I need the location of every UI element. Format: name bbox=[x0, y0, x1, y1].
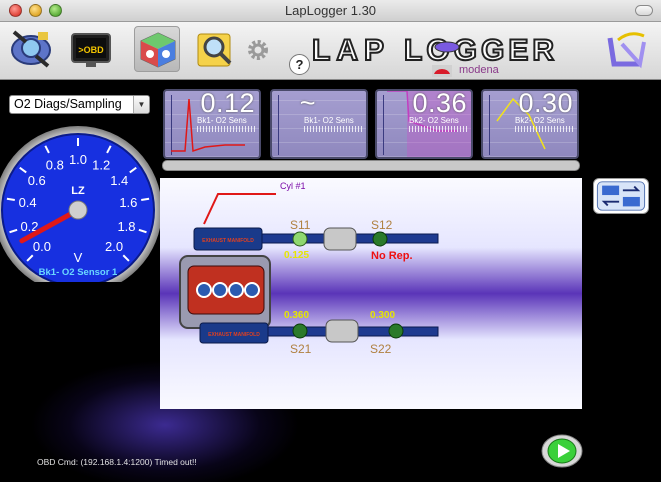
title-bar: LapLogger 1.30 bbox=[0, 0, 661, 22]
search-icon bbox=[197, 33, 232, 67]
sensor-s12-value: No Rep. bbox=[371, 250, 413, 262]
mini-chart-label: Bk1- O2 Sens bbox=[197, 116, 247, 125]
gauge-unit: V bbox=[74, 250, 83, 265]
switch-view-button[interactable] bbox=[593, 178, 649, 214]
mini-chart-label: Bk2- O2 Sens bbox=[409, 116, 459, 125]
mini-chart-value: 0.36 bbox=[412, 89, 467, 118]
gear-icon bbox=[248, 40, 268, 60]
gauge-tick-label: 1.0 bbox=[69, 152, 87, 167]
mini-chart-bk2-s2[interactable]: 0.30 Bk2- O2 Sens bbox=[481, 89, 579, 159]
search-button[interactable] bbox=[192, 26, 238, 72]
mode-select[interactable]: O2 Diags/Sampling ▼ bbox=[9, 95, 150, 114]
mini-chart-value: 0.12 bbox=[200, 89, 255, 118]
sensor-s22-label: S22 bbox=[370, 342, 392, 356]
sensor-s11-indicator bbox=[292, 231, 308, 247]
mini-chart-axis bbox=[278, 95, 279, 155]
mini-chart-ticks bbox=[515, 126, 575, 132]
status-message: OBD Cmd: (192.168.1.4:1200) Timed out!! bbox=[37, 457, 197, 467]
sensor-s22-value: 0.300 bbox=[370, 310, 396, 321]
sensor-s12-label: S12 bbox=[371, 218, 393, 232]
cylinder-label: Cyl #1 bbox=[280, 181, 306, 191]
sensor-s11-label: S11 bbox=[290, 218, 311, 232]
dashboard-cube-icon bbox=[140, 32, 176, 68]
manifold-label-bottom: EXHAUST MANIFOLD bbox=[208, 332, 260, 338]
mini-chart-value: 0.30 bbox=[518, 89, 573, 118]
gauge-tick-label: 1.8 bbox=[117, 219, 135, 234]
obd-monitor-button[interactable]: >OBD bbox=[68, 26, 114, 72]
gauge-tick-label: 0.4 bbox=[19, 195, 37, 210]
o2-diagram-panel: EXHAUST MANIFOLD EXHAUST MANIFOLD Cyl #1… bbox=[160, 178, 582, 409]
app-window: LapLogger 1.30 >OBD ? LAP LOGGER modena … bbox=[0, 0, 661, 482]
manifold-label-top: EXHAUST MANIFOLD bbox=[202, 238, 254, 244]
mini-chart-value: ~ bbox=[299, 89, 316, 118]
sensor-s21-value: 0.360 bbox=[284, 310, 310, 321]
lizard-logo bbox=[607, 32, 646, 69]
mini-chart-bk1-s1[interactable]: 0.12 Bk1- O2 Sens bbox=[163, 89, 261, 159]
exhaust-diagram: EXHAUST MANIFOLD EXHAUST MANIFOLD bbox=[179, 193, 439, 344]
mini-chart-ticks bbox=[197, 126, 257, 132]
mini-chart-ticks bbox=[409, 126, 469, 132]
dashboard-button[interactable] bbox=[134, 26, 180, 72]
svg-text:>OBD: >OBD bbox=[78, 45, 104, 55]
sensor-s12-indicator bbox=[372, 231, 388, 247]
catalytic-converter-bank1 bbox=[323, 227, 357, 251]
help-button[interactable]: ? bbox=[289, 54, 310, 75]
gauge-tick-label: 2.0 bbox=[105, 239, 123, 254]
mini-charts-scrollbar[interactable] bbox=[162, 160, 580, 171]
gauge-tick-label: 0.8 bbox=[46, 158, 64, 173]
gauge-tick-label: 1.2 bbox=[92, 158, 110, 173]
mini-chart-label: Bk1- O2 Sens bbox=[304, 116, 354, 125]
mini-chart-bk2-s1[interactable]: 0.36 Bk2- O2 Sens bbox=[375, 89, 473, 159]
catalytic-converter-bank2 bbox=[325, 319, 359, 343]
mini-chart-bk1-s2[interactable]: ~ Bk1- O2 Sens bbox=[270, 89, 368, 159]
gauge-tick-label: 0.6 bbox=[28, 173, 46, 188]
gauge-label: Bk1- O2 Sensor 1 bbox=[39, 267, 118, 278]
sensor-s21-indicator bbox=[292, 323, 308, 339]
start-logging-button[interactable] bbox=[540, 433, 584, 469]
mini-chart-label: Bk2- O2 Sens bbox=[515, 116, 565, 125]
settings-button[interactable] bbox=[244, 36, 272, 64]
dropdown-arrow-icon: ▼ bbox=[133, 96, 149, 113]
sensor-s11-value: 0.125 bbox=[284, 250, 310, 261]
gauge-logo: LZ bbox=[71, 185, 85, 197]
diagnostics-button[interactable] bbox=[8, 26, 54, 72]
obd-monitor-icon: >OBD bbox=[71, 33, 111, 67]
svg-text:LAP: LAP bbox=[312, 34, 390, 67]
diagnostics-icon bbox=[11, 30, 51, 68]
gauge-tick bbox=[141, 197, 150, 201]
gauge-tick-label: 0.0 bbox=[33, 239, 51, 254]
mode-select-value: O2 Diags/Sampling bbox=[14, 97, 122, 111]
profile-name: modena bbox=[459, 64, 499, 76]
toolbar: >OBD ? LAP LOGGER modena bbox=[0, 22, 661, 80]
toolbar-toggle-button[interactable] bbox=[635, 5, 653, 16]
svg-text:LOGGER: LOGGER bbox=[404, 34, 558, 67]
car-profile-icon bbox=[432, 65, 452, 77]
gauge-tick bbox=[6, 197, 15, 201]
sensor-s21-label: S21 bbox=[290, 342, 312, 356]
gauge-tick-label: 1.6 bbox=[119, 195, 137, 210]
sensor-s22-indicator bbox=[388, 323, 404, 339]
gauge-hub bbox=[68, 200, 88, 220]
laplogger-logo: LAP LOGGER bbox=[312, 33, 558, 68]
window-title: LapLogger 1.30 bbox=[284, 3, 377, 18]
o2-sensor-gauge: 0.00.20.40.60.8 1.0 1.21.41.61.82.0 LZ V B… bbox=[0, 126, 162, 282]
mini-chart-ticks bbox=[304, 126, 364, 132]
gauge-tick-label: 1.4 bbox=[110, 173, 128, 188]
